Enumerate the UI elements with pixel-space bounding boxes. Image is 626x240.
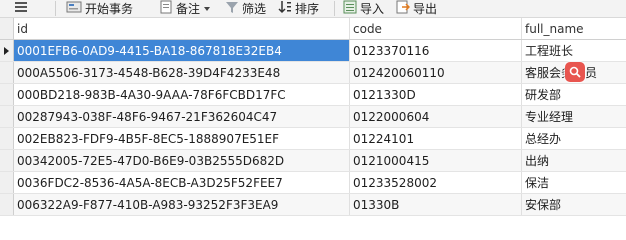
- export-icon: [396, 0, 411, 17]
- note-button[interactable]: 备注: [159, 0, 211, 17]
- search-icon: [568, 65, 582, 82]
- cell-id[interactable]: 00287943-038F-48F6-9467-21F362604C47: [14, 106, 350, 127]
- cell-code[interactable]: 012420060110: [350, 62, 522, 83]
- cell-id[interactable]: 006322A9-F877-410B-A983-93252F3F3EA9: [14, 194, 350, 215]
- cell-full-name[interactable]: 出纳: [522, 150, 626, 171]
- import-button[interactable]: 导入: [343, 0, 384, 17]
- table-row[interactable]: 00342005-72E5-47D0-B6E9-03B2555D682D 012…: [0, 150, 626, 172]
- row-indicator[interactable]: [0, 84, 14, 105]
- column-header-full-name[interactable]: full_name: [522, 18, 626, 39]
- row-indicator[interactable]: [0, 106, 14, 127]
- cell-id[interactable]: 0036FDC2-8536-4A5A-8ECB-A3D25F52FEE7: [14, 172, 350, 193]
- transaction-icon: [66, 0, 82, 17]
- export-button[interactable]: 导出: [396, 0, 437, 17]
- filter-label: 筛选: [242, 2, 267, 16]
- import-icon: [343, 0, 357, 17]
- data-grid: id code full_name 0001EFB6-0AD9-4415-BA1…: [0, 18, 626, 222]
- cell-code[interactable]: 01330B: [350, 194, 522, 215]
- toolbar-separator: [334, 1, 335, 16]
- table-row[interactable]: 000BD218-983B-4A30-9AAA-78F6FCBD17FC 012…: [0, 84, 626, 106]
- row-indicator[interactable]: [0, 40, 14, 61]
- toolbar-separator: [55, 1, 56, 16]
- chevron-down-icon: [203, 2, 211, 16]
- cell-code[interactable]: 0121000415: [350, 150, 522, 171]
- column-header-code[interactable]: code: [350, 18, 522, 39]
- row-indicator[interactable]: [0, 128, 14, 149]
- table-row[interactable]: 000A5506-3173-4548-B628-39D4F4233E48 012…: [0, 62, 626, 84]
- row-indicator[interactable]: [0, 172, 14, 193]
- cell-code[interactable]: 01233528002: [350, 172, 522, 193]
- cell-full-name[interactable]: 研发部: [522, 84, 626, 105]
- header-row: id code full_name: [0, 18, 626, 40]
- row-indicator[interactable]: [0, 194, 14, 215]
- note-icon: [159, 0, 173, 17]
- menu-button[interactable]: [14, 0, 28, 17]
- sort-icon: [278, 0, 292, 17]
- export-label: 导出: [413, 2, 438, 16]
- import-label: 导入: [360, 2, 385, 16]
- cell-code[interactable]: 0123370116: [350, 40, 522, 61]
- cell-code[interactable]: 01224101: [350, 128, 522, 149]
- row-indicator: [0, 18, 14, 39]
- note-label: 备注: [176, 2, 201, 16]
- hamburger-icon: [14, 1, 28, 16]
- sort-label: 排序: [295, 2, 320, 16]
- cell-full-name[interactable]: 专业经理: [522, 106, 626, 127]
- sort-button[interactable]: 排序: [278, 0, 319, 17]
- cell-full-name[interactable]: 安保部: [522, 194, 626, 215]
- cell-full-name[interactable]: 工程班长: [522, 40, 626, 61]
- cell-full-name[interactable]: 保洁: [522, 172, 626, 193]
- toolbar: 开始事务 备注 筛选 排序 导入 导出: [0, 0, 626, 18]
- current-row-arrow-icon: [4, 47, 9, 55]
- table-row[interactable]: 00287943-038F-48F6-9467-21F362604C47 012…: [0, 106, 626, 128]
- table-row[interactable]: 0036FDC2-8536-4A5A-8ECB-A3D25F52FEE7 012…: [0, 172, 626, 194]
- cell-code[interactable]: 0122000604: [350, 106, 522, 127]
- column-header-id[interactable]: id: [14, 18, 350, 39]
- row-indicator[interactable]: [0, 150, 14, 171]
- table-row[interactable]: 0001EFB6-0AD9-4415-BA18-867818E32EB4 012…: [0, 40, 626, 62]
- cell-full-name[interactable]: 总经办: [522, 128, 626, 149]
- cell-id[interactable]: 0001EFB6-0AD9-4415-BA18-867818E32EB4: [14, 40, 350, 61]
- cell-id[interactable]: 002EB823-FDF9-4B5F-8EC5-1888907E51EF: [14, 128, 350, 149]
- begin-transaction-button[interactable]: 开始事务: [66, 0, 133, 17]
- row-indicator[interactable]: [0, 62, 14, 83]
- filter-icon: [225, 0, 239, 17]
- cell-id[interactable]: 000A5506-3173-4548-B628-39D4F4233E48: [14, 62, 350, 83]
- begin-transaction-label: 开始事务: [85, 2, 134, 16]
- table-row[interactable]: 002EB823-FDF9-4B5F-8EC5-1888907E51EF 012…: [0, 128, 626, 150]
- filter-button[interactable]: 筛选: [225, 0, 266, 17]
- table-row[interactable]: 006322A9-F877-410B-A983-93252F3F3EA9 013…: [0, 194, 626, 216]
- cell-id[interactable]: 000BD218-983B-4A30-9AAA-78F6FCBD17FC: [14, 84, 350, 105]
- cell-id[interactable]: 00342005-72E5-47D0-B6E9-03B2555D682D: [14, 150, 350, 171]
- cell-code[interactable]: 0121330D: [350, 84, 522, 105]
- floating-action-button[interactable]: [565, 62, 585, 82]
